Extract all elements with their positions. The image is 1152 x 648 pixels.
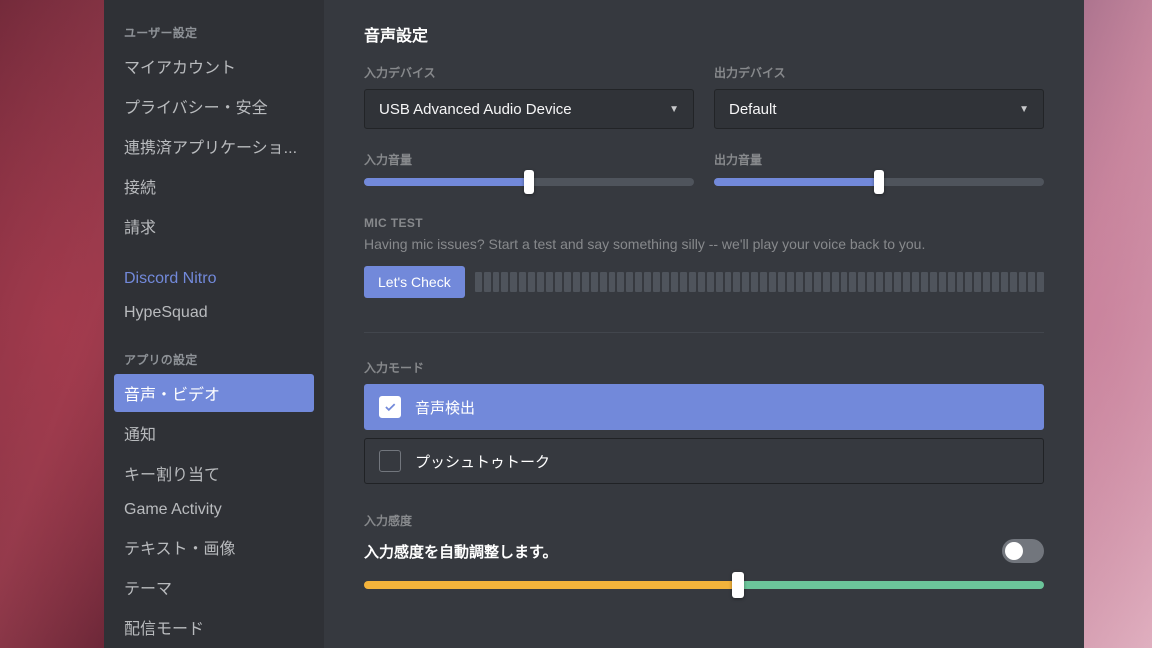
sidebar-item-billing[interactable]: 請求 bbox=[114, 207, 314, 245]
divider bbox=[364, 332, 1044, 333]
sidebar-item-appearance[interactable]: テーマ bbox=[114, 568, 314, 606]
sensitivity-slider[interactable] bbox=[364, 581, 1044, 589]
mode-voice-activity[interactable]: 音声検出 bbox=[364, 384, 1044, 430]
sidebar-item-nitro[interactable]: Discord Nitro bbox=[114, 263, 314, 295]
input-device-value: USB Advanced Audio Device bbox=[379, 101, 572, 118]
sensitivity-label: 入力感度 bbox=[364, 512, 1044, 529]
chevron-down-icon: ▼ bbox=[669, 104, 679, 115]
sidebar-item-voice[interactable]: 音声・ビデオ bbox=[114, 374, 314, 412]
sidebar-header: アプリの設定 bbox=[114, 347, 314, 374]
sidebar-item-privacy[interactable]: プライバシー・安全 bbox=[114, 87, 314, 125]
slider-thumb[interactable] bbox=[732, 572, 744, 598]
output-volume-label: 出力音量 bbox=[714, 151, 1044, 168]
chevron-down-icon: ▼ bbox=[1019, 104, 1029, 115]
output-device-label: 出力デバイス bbox=[714, 64, 1044, 81]
output-device-select[interactable]: Default ▼ bbox=[714, 89, 1044, 129]
mode-voice-label: 音声検出 bbox=[415, 397, 475, 418]
sidebar-item-connections[interactable]: 連携済アプリケーショ... bbox=[114, 127, 314, 165]
sensitivity-auto-label: 入力感度を自動調整します。 bbox=[364, 541, 558, 562]
input-volume-slider[interactable] bbox=[364, 178, 694, 186]
sidebar-item-keybinds[interactable]: キー割り当て bbox=[114, 454, 314, 492]
checkbox-unchecked-icon bbox=[379, 450, 401, 472]
sensitivity-auto-toggle[interactable] bbox=[1002, 539, 1044, 563]
settings-main: ESC 音声設定 入力デバイス USB Advanced Audio Devic… bbox=[324, 0, 1084, 648]
mic-test-subtitle: Having mic issues? Start a test and say … bbox=[364, 236, 1044, 252]
output-volume-slider[interactable] bbox=[714, 178, 1044, 186]
mode-push-to-talk[interactable]: プッシュトゥトーク bbox=[364, 438, 1044, 484]
page-title: 音声設定 bbox=[364, 22, 1044, 46]
sidebar-item-connect[interactable]: 接続 bbox=[114, 167, 314, 205]
checkbox-checked-icon bbox=[379, 396, 401, 418]
slider-thumb[interactable] bbox=[874, 170, 884, 194]
output-device-value: Default bbox=[729, 101, 777, 118]
sidebar-header: ユーザー設定 bbox=[114, 20, 314, 47]
mic-test-header: MIC TEST bbox=[364, 216, 1044, 230]
mic-level-meter bbox=[475, 272, 1044, 292]
sidebar-item-streamer[interactable]: 配信モード bbox=[114, 608, 314, 646]
toggle-knob bbox=[1005, 542, 1023, 560]
settings-sidebar: ユーザー設定マイアカウントプライバシー・安全連携済アプリケーショ...接続請求 D… bbox=[104, 0, 324, 648]
input-mode-label: 入力モード bbox=[364, 359, 1044, 376]
input-device-label: 入力デバイス bbox=[364, 64, 694, 81]
slider-thumb[interactable] bbox=[524, 170, 534, 194]
input-volume-label: 入力音量 bbox=[364, 151, 694, 168]
sidebar-item-game-activity[interactable]: Game Activity bbox=[114, 494, 314, 526]
sidebar-item-notifications[interactable]: 通知 bbox=[114, 414, 314, 452]
lets-check-button[interactable]: Let's Check bbox=[364, 266, 465, 298]
sidebar-item-my-account[interactable]: マイアカウント bbox=[114, 47, 314, 85]
sidebar-item-text-images[interactable]: テキスト・画像 bbox=[114, 528, 314, 566]
mode-ptt-label: プッシュトゥトーク bbox=[415, 451, 550, 472]
sidebar-item-hypesquad[interactable]: HypeSquad bbox=[114, 297, 314, 329]
input-device-select[interactable]: USB Advanced Audio Device ▼ bbox=[364, 89, 694, 129]
